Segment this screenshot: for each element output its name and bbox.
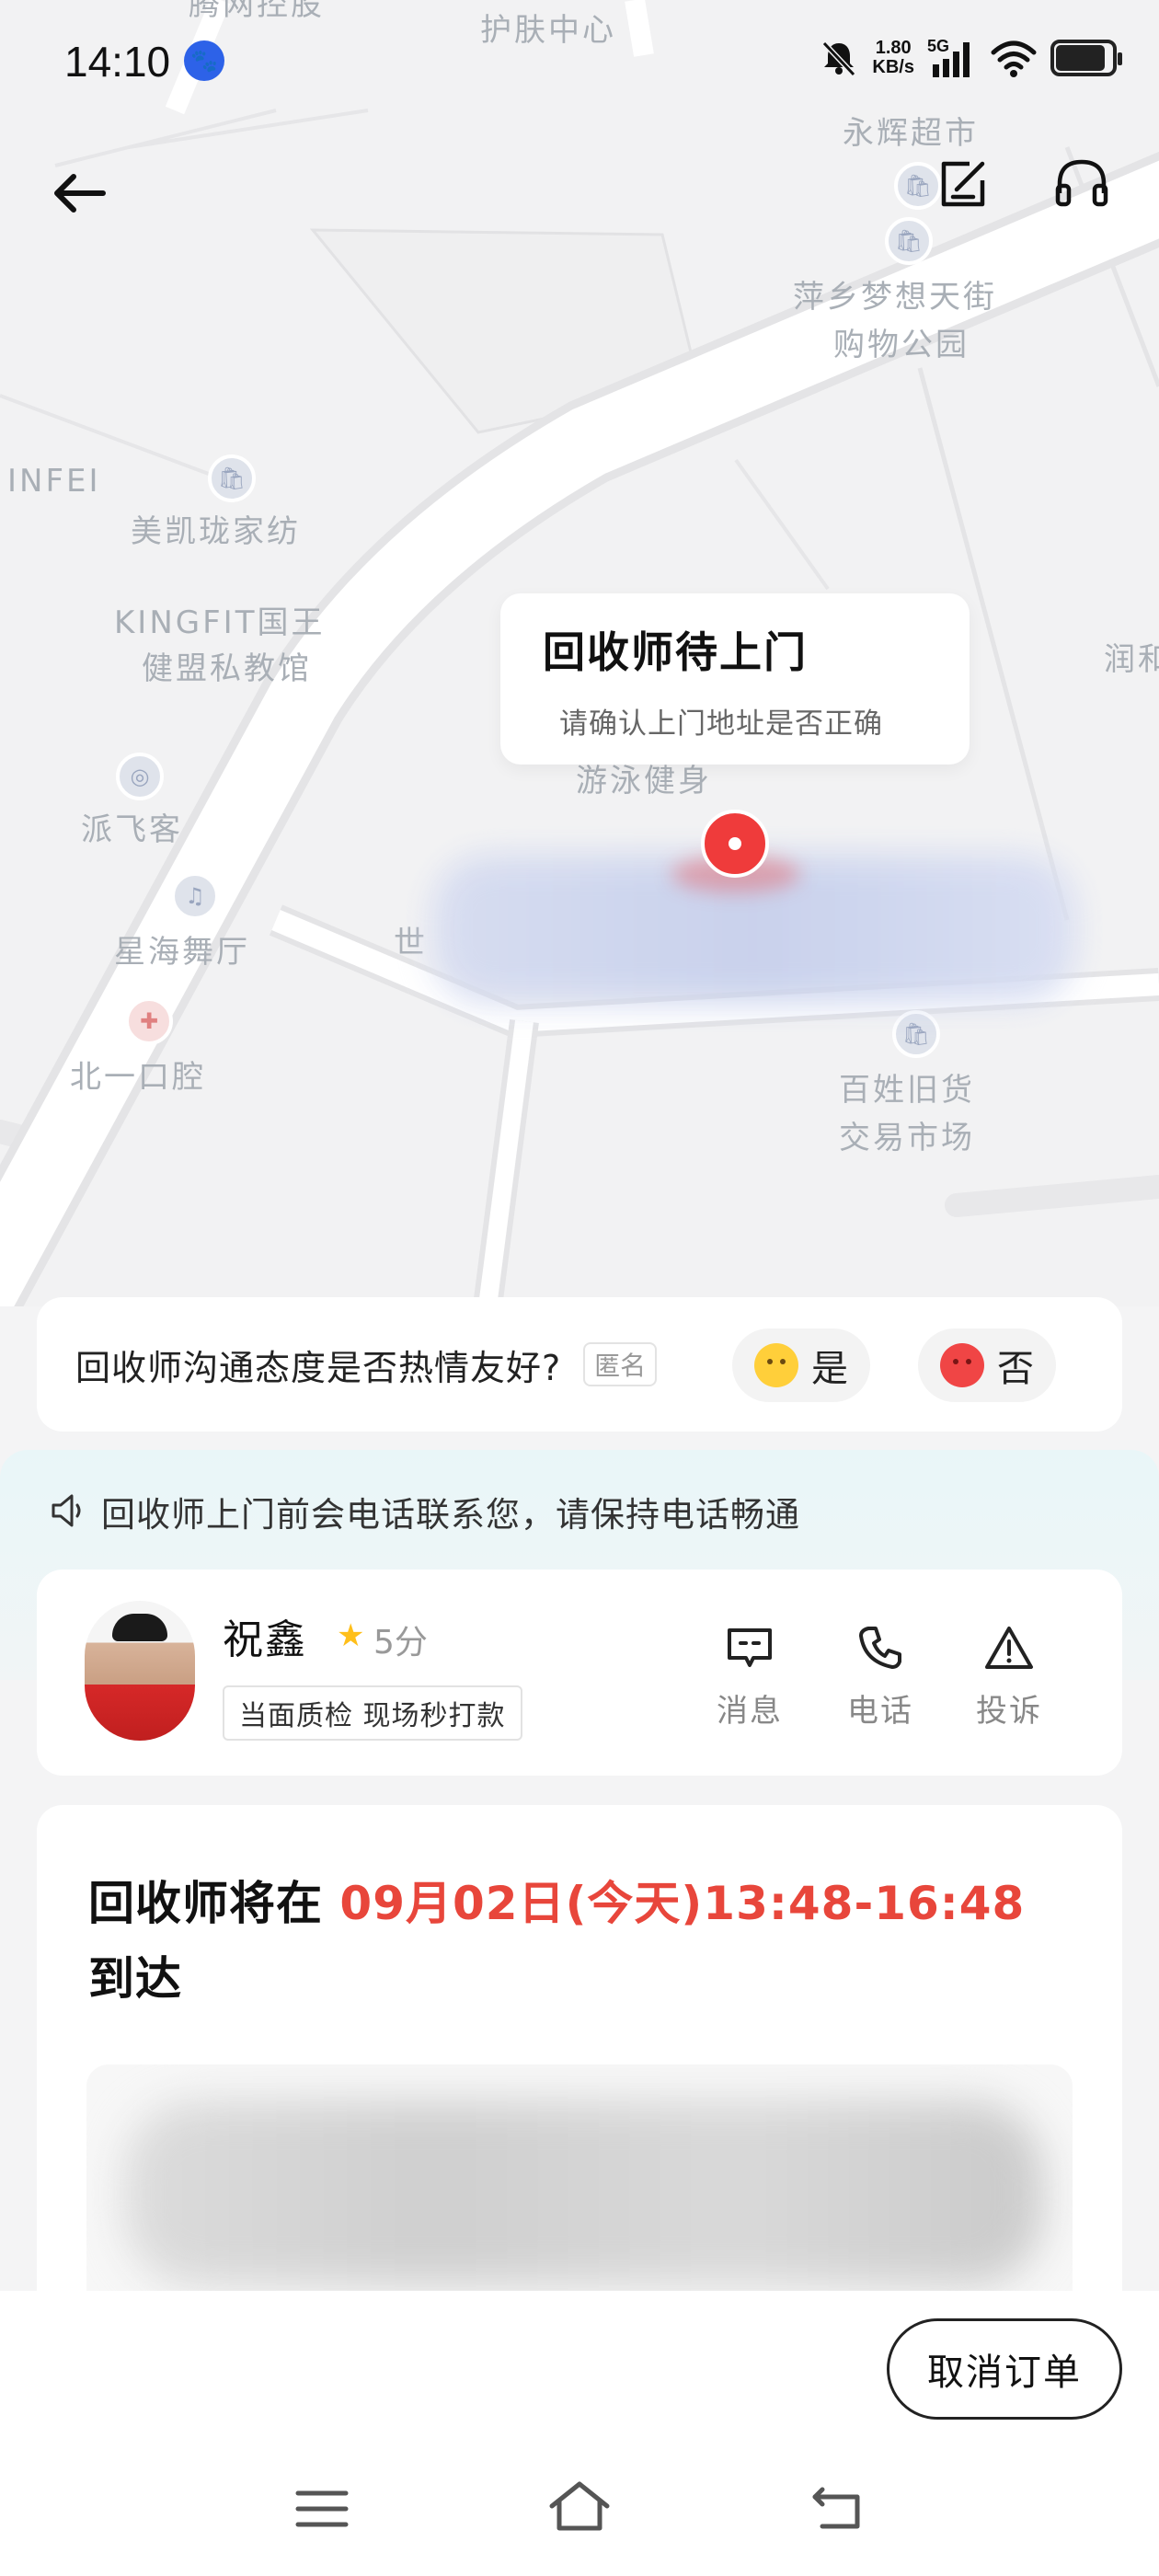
- rating-no-label: 否: [997, 1348, 1034, 1390]
- poi-label[interactable]: 百姓旧货: [839, 1067, 975, 1113]
- customer-service-headset-icon[interactable]: [1052, 156, 1111, 212]
- shopping-bag-icon[interactable]: 🛍: [892, 1010, 940, 1058]
- mute-bell-icon: [822, 40, 856, 77]
- warning-triangle-icon: [985, 1627, 1033, 1669]
- poi-label[interactable]: 世: [394, 920, 428, 966]
- message-button[interactable]: 消息: [699, 1616, 800, 1731]
- signal-strength-icon: 5G: [927, 37, 977, 79]
- poi-label[interactable]: 美凯珑家纺: [131, 509, 301, 555]
- shopping-bag-icon[interactable]: 🛍: [208, 454, 256, 502]
- redacted-address: [123, 2101, 1043, 2285]
- poi-label[interactable]: 购物公园: [833, 322, 970, 368]
- message-label: 消息: [717, 1693, 783, 1730]
- poi-label[interactable]: 星海舞厅: [114, 929, 250, 975]
- address-box: [86, 2064, 1073, 2322]
- rating-yes-button[interactable]: 是: [732, 1328, 870, 1402]
- arrival-suffix: 到达: [88, 1952, 182, 2006]
- rating-no-button[interactable]: 否: [918, 1328, 1056, 1402]
- menu-icon[interactable]: [294, 2486, 350, 2532]
- bottom-action-bar: 取消订单: [0, 2291, 1159, 2576]
- arrival-time-text: 回收师将在 09月02日(今天)13:48-16:48 到达: [88, 1866, 1082, 2017]
- network-speed: 1.80 KB/s: [872, 39, 914, 77]
- poi-label[interactable]: 游泳健身: [576, 758, 712, 804]
- bubble-title: 回收师待上门: [543, 627, 808, 677]
- poi-label[interactable]: 交易市场: [839, 1115, 975, 1161]
- wifi-icon: [991, 40, 1037, 77]
- location-pin-icon[interactable]: [701, 810, 769, 878]
- clock: 14:10: [64, 38, 171, 86]
- phone-label: 电话: [847, 1693, 913, 1730]
- poi-label[interactable]: 萍乡梦想天街: [793, 274, 997, 320]
- app-notification-icon: 🐾: [184, 40, 224, 81]
- anonymous-tag: 匿名: [583, 1342, 658, 1386]
- phone-button[interactable]: 电话: [830, 1616, 931, 1731]
- back-nav-icon[interactable]: [809, 2484, 865, 2534]
- clinic-icon[interactable]: ✚: [125, 997, 173, 1045]
- notice-text: 回收师上门前会电话联系您，请保持电话畅通: [101, 1495, 800, 1535]
- poi-label[interactable]: 润和: [1104, 637, 1159, 683]
- edit-note-icon[interactable]: [936, 156, 992, 212]
- recycler-name: 祝鑫: [223, 1616, 307, 1663]
- system-navigation-bar: [0, 2475, 1159, 2567]
- avatar[interactable]: [85, 1601, 195, 1741]
- recycler-info-card: 祝鑫 ★ 5分 当面质检 现场秒打款 消息 电话 投诉: [37, 1570, 1122, 1776]
- recycler-score: 5分: [373, 1624, 428, 1662]
- network-speed-unit: KB/s: [872, 57, 914, 77]
- message-icon: [728, 1628, 772, 1667]
- smile-emoji-icon: [754, 1343, 798, 1387]
- poi-label[interactable]: 健盟私教馆: [142, 646, 312, 692]
- service-tag: 当面质检 现场秒打款: [223, 1685, 522, 1741]
- cancel-order-button[interactable]: 取消订单: [887, 2318, 1122, 2420]
- arrival-card: 回收师将在 09月02日(今天)13:48-16:48 到达: [37, 1805, 1122, 2322]
- phone-icon: [859, 1627, 901, 1669]
- battery-icon: [1050, 40, 1122, 76]
- star-icon: ★: [337, 1617, 365, 1654]
- arrival-time: 09月02日(今天)13:48-16:48: [339, 1877, 1026, 1930]
- poi-label[interactable]: INFEI: [7, 458, 101, 504]
- network-speed-value: 1.80: [875, 38, 912, 58]
- poi-label[interactable]: KINGFIT国王: [114, 600, 325, 646]
- shopping-bag-icon[interactable]: 🛍: [894, 162, 942, 210]
- status-bubble: 回收师待上门 请确认上门地址是否正确: [500, 593, 970, 765]
- back-arrow-icon[interactable]: [48, 166, 112, 221]
- attitude-rating-card: 回收师沟通态度是否热情友好? 匿名 是 否: [37, 1297, 1122, 1432]
- music-note-icon[interactable]: ♫: [171, 872, 219, 920]
- complaint-label: 投诉: [976, 1693, 1042, 1730]
- signal-bars: [933, 42, 970, 77]
- battery-level-fill: [1056, 45, 1105, 71]
- status-bar: 14:10 🐾 1.80 KB/s 5G: [0, 0, 1159, 129]
- shopping-bag-icon[interactable]: 🛍: [885, 217, 933, 265]
- angry-emoji-icon: [940, 1343, 984, 1387]
- bubble-subtitle: 请确认上门地址是否正确: [559, 707, 883, 741]
- poi-label[interactable]: 北一口腔: [70, 1054, 206, 1100]
- complaint-button[interactable]: 投诉: [958, 1616, 1060, 1731]
- rating-question: 回收师沟通态度是否热情友好?: [75, 1347, 562, 1388]
- arrival-prefix: 回收师将在: [88, 1877, 323, 1930]
- status-icons: 1.80 KB/s 5G: [819, 37, 1122, 79]
- fitness-icon[interactable]: ◎: [116, 753, 164, 800]
- speaker-icon: [52, 1494, 81, 1527]
- poi-label[interactable]: 派飞客: [81, 807, 183, 853]
- home-icon[interactable]: [546, 2478, 613, 2534]
- rating-yes-label: 是: [811, 1348, 848, 1390]
